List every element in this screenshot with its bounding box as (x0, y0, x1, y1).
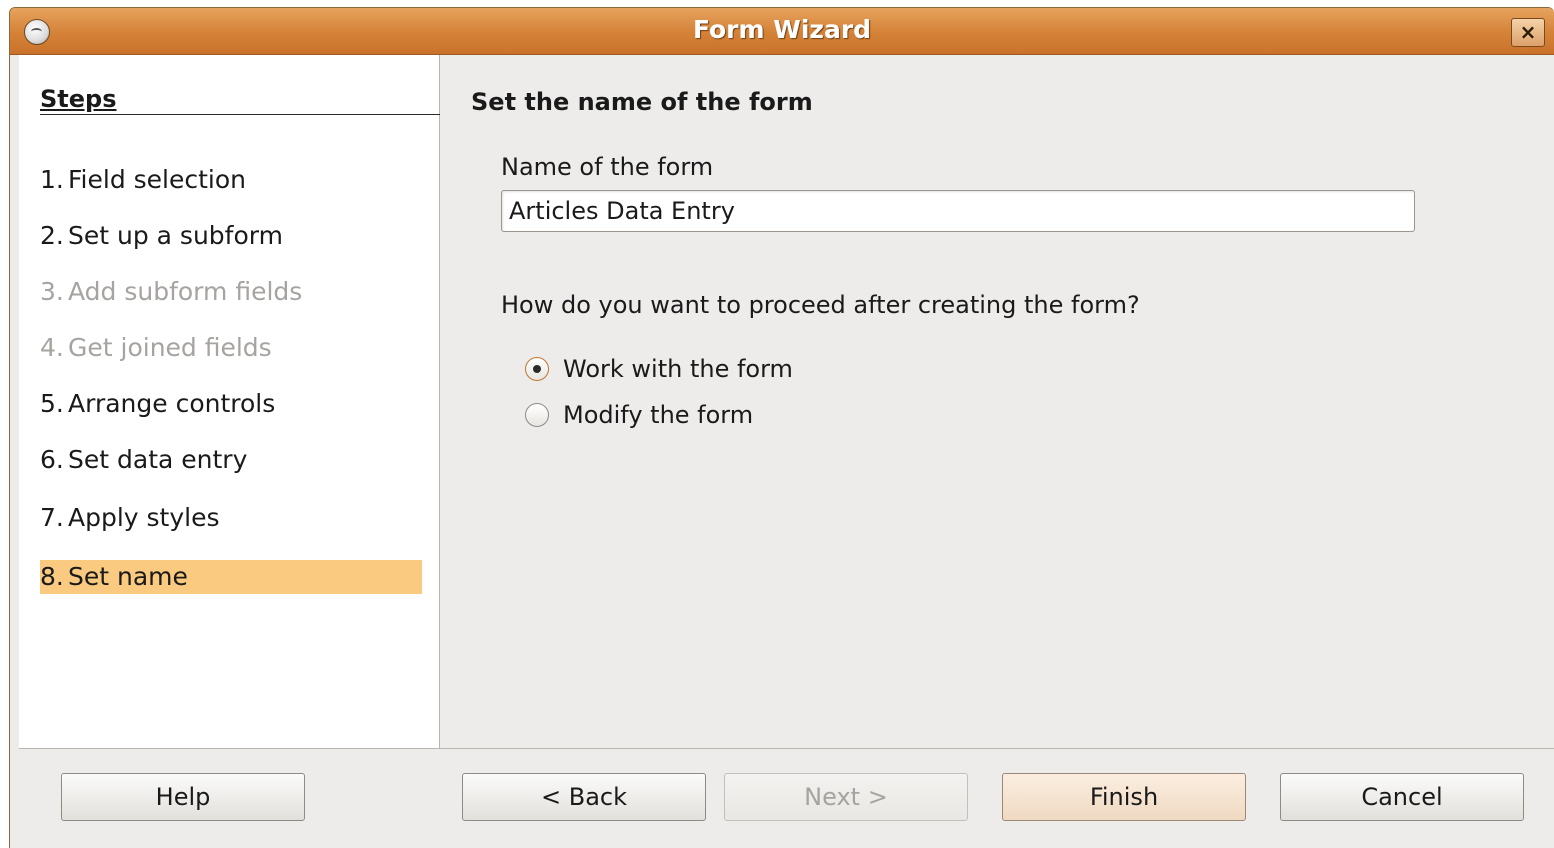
steps-header: Steps (40, 85, 440, 115)
close-button[interactable]: × (1511, 18, 1545, 47)
radio-unchecked-icon[interactable] (525, 403, 549, 427)
window-title: Form Wizard (692, 15, 872, 44)
step-field-selection[interactable]: 1. Field selection (40, 163, 422, 197)
step-number: 2. (40, 221, 64, 250)
step-label: Set up a subform (68, 221, 283, 250)
step-label: Field selection (68, 165, 247, 194)
step-number: 6. (40, 445, 64, 474)
form-name-label: Name of the form (501, 153, 714, 181)
step-add-subform-fields: 3. Add subform fields (40, 275, 422, 309)
option-label: Modify the form (563, 401, 754, 429)
step-number: 7. (40, 503, 64, 532)
step-number: 4. (40, 333, 64, 362)
finish-button[interactable]: Finish (1002, 773, 1246, 821)
step-get-joined-fields: 4. Get joined fields (40, 331, 422, 365)
option-work-with-form[interactable]: Work with the form (525, 352, 793, 386)
cancel-button[interactable]: Cancel (1280, 773, 1524, 821)
option-modify-form[interactable]: Modify the form (525, 398, 753, 432)
form-name-input[interactable] (501, 190, 1415, 232)
option-label: Work with the form (563, 355, 793, 383)
step-label: Add subform fields (68, 277, 303, 306)
radio-checked-icon[interactable] (525, 357, 549, 381)
step-content-panel: Set the name of the form Name of the for… (441, 55, 1554, 748)
section-title: Set the name of the form (471, 88, 813, 116)
step-number: 8. (40, 562, 64, 591)
proceed-question: How do you want to proceed after creatin… (501, 291, 1140, 319)
step-number: 3. (40, 277, 64, 306)
step-set-data-entry[interactable]: 6. Set data entry (40, 443, 422, 477)
step-set-up-subform[interactable]: 2. Set up a subform (40, 219, 422, 253)
step-apply-styles[interactable]: 7. Apply styles (40, 501, 422, 535)
step-set-name[interactable]: 8. Set name (40, 560, 422, 594)
step-label: Get joined fields (68, 333, 272, 362)
step-label: Set name (68, 562, 188, 591)
steps-panel: Steps 1. Field selection 2. Set up a subfo… (19, 55, 440, 748)
step-number: 5. (40, 389, 64, 418)
step-label: Set data entry (68, 445, 248, 474)
form-wizard-dialog: Form Wizard × Steps 1. Field selection 2.… (9, 7, 1554, 848)
step-label: Arrange controls (68, 389, 276, 418)
help-button[interactable]: Help (61, 773, 305, 821)
next-button: Next > (724, 773, 968, 821)
step-label: Apply styles (68, 503, 220, 532)
step-arrange-controls[interactable]: 5. Arrange controls (40, 387, 422, 421)
title-bar[interactable]: Form Wizard × (10, 8, 1554, 55)
back-button[interactable]: < Back (462, 773, 706, 821)
button-bar: Help < Back Next > Finish Cancel (19, 748, 1554, 848)
step-number: 1. (40, 165, 64, 194)
